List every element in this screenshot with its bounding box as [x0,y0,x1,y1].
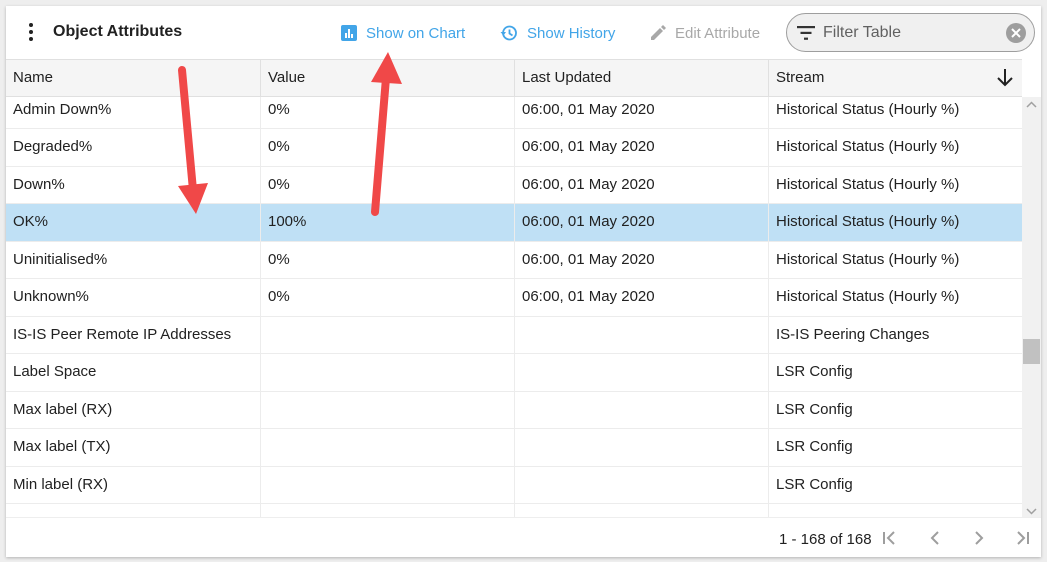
cell-value: 0% [261,166,515,203]
cell-last-updated: 06:00, 01 May 2020 [515,279,769,316]
cell-name: Max label (TX) [6,429,261,466]
object-attributes-panel: Object Attributes Show on Chart Show His… [6,6,1041,557]
cell-last-updated: 06:00, 01 May 2020 [515,204,769,241]
cell-last-updated [515,316,769,353]
cell-stream: Historical Status (Hourly %) [776,213,960,230]
table-row[interactable]: Admin Down% 0% 06:00, 01 May 2020 Histor… [6,97,1022,129]
cell-name: Admin Down% [6,97,261,128]
cell-name: Label Space [6,354,261,391]
show-history-button[interactable]: Show History [500,22,615,44]
page-range-text: 1 - 168 of 168 [779,531,872,548]
table-row[interactable] [6,504,1022,517]
table-row[interactable]: IS-IS Peer Remote IP Addresses IS-IS Pee… [6,316,1022,354]
table-row[interactable]: Degraded% 0% 06:00, 01 May 2020 Historic… [6,129,1022,167]
cell-last-updated: 06:00, 01 May 2020 [515,97,769,128]
cell-last-updated [515,429,769,466]
cell-name: Min label (RX) [6,466,261,503]
cell-name: Degraded% [6,129,261,166]
filter-input[interactable] [823,22,993,44]
column-header-stream[interactable]: Stream [769,60,1022,96]
show-on-chart-label: Show on Chart [366,24,466,42]
pagination-footer: 1 - 168 of 168 [6,517,1041,557]
last-page-icon[interactable] [1013,529,1031,547]
cell-last-updated [515,504,769,517]
cell-value: 0% [261,279,515,316]
table-body: Admin Down% 0% 06:00, 01 May 2020 Histor… [6,97,1022,517]
prev-page-icon[interactable] [926,529,944,547]
cell-stream [769,504,1022,517]
vertical-scrollbar[interactable] [1022,97,1041,517]
panel-title: Object Attributes [53,23,183,40]
cell-name [6,504,261,517]
cell-stream: LSR Config [776,363,853,380]
scrollbar-thumb[interactable] [1023,339,1040,364]
cell-stream: Historical Status (Hourly %) [776,250,960,268]
cell-stream: Historical Status (Hourly %) [776,175,960,193]
table-row[interactable]: Unknown% 0% 06:00, 01 May 2020 Historica… [6,279,1022,317]
edit-attribute-button[interactable]: Edit Attribute [650,22,760,44]
history-icon [500,25,517,41]
show-on-chart-button[interactable]: Show on Chart [341,22,465,44]
cell-name: Max label (RX) [6,391,261,428]
first-page-icon[interactable] [881,529,899,547]
cell-last-updated [515,391,769,428]
cell-last-updated [515,466,769,503]
cell-last-updated: 06:00, 01 May 2020 [515,129,769,166]
cell-value: 100% [261,204,515,241]
next-page-icon[interactable] [970,529,988,547]
edit-attribute-label: Edit Attribute [675,24,761,42]
cell-name: Unknown% [6,279,261,316]
cell-name: Uninitialised% [6,241,261,278]
cell-value: 0% [261,97,515,128]
cell-value [261,391,515,428]
toolbar: Object Attributes Show on Chart Show His… [6,6,1041,59]
table-header: Name Value Last Updated Stream [6,59,1022,97]
edit-icon [651,25,666,40]
cell-value [261,466,515,503]
scroll-up-icon[interactable] [1026,101,1037,108]
table-row[interactable]: Label Space LSR Config [6,354,1022,392]
column-header-value[interactable]: Value [261,60,515,96]
clear-icon[interactable] [1006,23,1026,43]
table-row[interactable]: Max label (RX) LSR Config [6,391,1022,429]
filter-box [786,13,1035,52]
cell-value: 0% [261,241,515,278]
table-row[interactable]: Uninitialised% 0% 06:00, 01 May 2020 His… [6,241,1022,279]
cell-stream: Historical Status (Hourly %) [776,138,960,155]
filter-icon [797,26,815,40]
table-row[interactable]: Down% 0% 06:00, 01 May 2020 Historical S… [6,166,1022,204]
table-row[interactable]: Min label (RX) LSR Config [6,466,1022,504]
cell-value [261,429,515,466]
column-header-stream-label: Stream [776,69,825,86]
sort-descending-icon[interactable] [996,68,1014,88]
cell-value [261,504,515,517]
table-row-selected[interactable]: OK% 100% 06:00, 01 May 2020 Historical S… [6,204,1022,242]
cell-name: Down% [6,166,261,203]
cell-stream: IS-IS Peering Changes [776,325,930,343]
more-vert-icon[interactable] [26,21,36,43]
cell-name: OK% [6,204,261,241]
cell-last-updated [515,354,769,391]
cell-stream: LSR Config [776,400,853,418]
cell-stream: Historical Status (Hourly %) [776,101,960,118]
cell-last-updated: 06:00, 01 May 2020 [515,241,769,278]
cell-value [261,354,515,391]
cell-value: 0% [261,129,515,166]
cell-stream: Historical Status (Hourly %) [776,288,960,305]
cell-stream: LSR Config [776,475,853,493]
cell-value [261,316,515,353]
cell-last-updated: 06:00, 01 May 2020 [515,166,769,203]
bar-chart-icon [341,25,357,41]
cell-stream: LSR Config [776,438,853,455]
cell-name: IS-IS Peer Remote IP Addresses [6,316,261,353]
column-header-last-updated[interactable]: Last Updated [515,60,769,96]
table-row[interactable]: Max label (TX) LSR Config [6,429,1022,467]
column-header-name[interactable]: Name [6,60,261,96]
show-history-label: Show History [527,24,616,42]
scroll-down-icon[interactable] [1026,508,1037,515]
